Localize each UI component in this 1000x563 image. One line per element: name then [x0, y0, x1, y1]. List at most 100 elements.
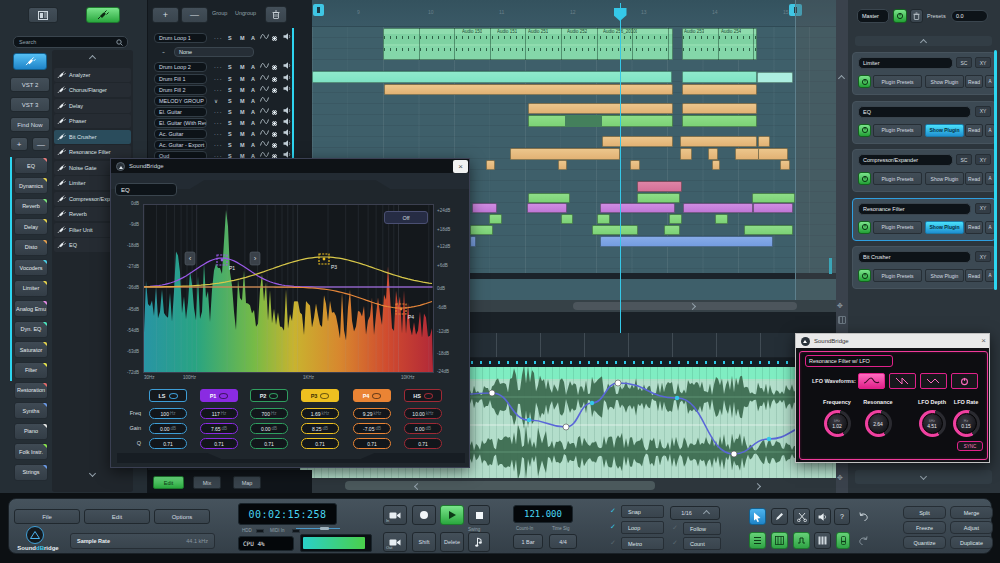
track-mute-button[interactable]: M — [240, 107, 245, 117]
eq-band-freq-value[interactable]: 1.69kHz — [301, 408, 339, 419]
track-arm-button[interactable]: A — [251, 107, 255, 117]
knob-control[interactable]: kHz4.51 — [919, 410, 946, 437]
audio-clip[interactable] — [384, 84, 673, 95]
track-name-field[interactable]: El. Guitar (With Rev. — [154, 118, 207, 128]
eq-window-close-button[interactable]: × — [453, 160, 468, 173]
track-record-button[interactable] — [272, 65, 277, 70]
track-name-field[interactable]: Ac. Guitar — [154, 129, 207, 139]
sample-rate-field[interactable]: Sample Rate 44.1 kHz — [70, 533, 215, 549]
audio-clip[interactable] — [780, 160, 790, 170]
eq-band-freq-value[interactable]: 117Hz — [200, 408, 238, 419]
plugin-power-button[interactable] — [858, 221, 871, 234]
track-record-button[interactable] — [272, 36, 277, 41]
track-solo-button[interactable]: S — [228, 33, 232, 43]
track-automation-icon[interactable] — [260, 74, 269, 84]
audio-clip[interactable] — [312, 71, 672, 83]
plugin-slot[interactable]: Bit Crusher SC XY Plugin Presets Show Pl… — [852, 246, 996, 289]
track-arm-button[interactable]: A — [251, 129, 255, 139]
plugin-power-button[interactable] — [858, 172, 871, 185]
track-automation-icon[interactable] — [260, 107, 269, 117]
category-button[interactable]: Vocoders — [14, 259, 48, 276]
plugin-power-button[interactable] — [858, 75, 871, 88]
track-mute-button[interactable]: M — [240, 96, 245, 106]
category-button[interactable]: EQ — [14, 157, 48, 174]
audio-clip[interactable] — [528, 193, 570, 203]
track-row[interactable]: Drum Fill 1 ··· S M A ⌁ Drum Fill 1 — [152, 74, 300, 84]
track-options-dots[interactable]: ··· — [214, 74, 223, 84]
eq-band-button[interactable]: P1 — [200, 389, 238, 402]
track-solo-button[interactable]: S — [228, 118, 232, 128]
show-plugin-button[interactable]: Show Plugin — [925, 124, 964, 137]
timeline-vscroll-indicator[interactable] — [829, 258, 832, 274]
add-track-button[interactable]: + — [152, 7, 179, 23]
timeline-scrollbar-handle[interactable] — [573, 302, 797, 310]
draw-tool-button[interactable] — [771, 508, 788, 525]
duplicate-button[interactable]: Duplicate — [950, 536, 993, 549]
track-solo-button[interactable]: S — [228, 107, 232, 117]
audio-clip[interactable] — [510, 148, 620, 160]
mixer-view-button[interactable] — [836, 532, 850, 549]
time-sig-button[interactable]: 4/4 — [549, 534, 577, 549]
eq-band-gain-value[interactable]: -7.05dB — [353, 423, 391, 434]
tab-map[interactable]: Map — [233, 476, 261, 489]
track-arm-button[interactable]: A — [251, 85, 255, 95]
library-view-button[interactable] — [28, 7, 58, 23]
editor-scrollbar[interactable] — [300, 478, 836, 493]
track-options-dots[interactable]: ··· — [214, 118, 223, 128]
audio-clip[interactable] — [744, 225, 793, 235]
plugin-slot-name[interactable]: Bit Crusher — [858, 251, 971, 263]
category-button[interactable]: Folk Instr. — [14, 443, 48, 460]
track-monitor-button[interactable] — [283, 107, 291, 117]
plugin-read-button[interactable]: Read — [965, 269, 983, 282]
grid-tool-icon[interactable] — [838, 316, 846, 324]
cut-tool-button[interactable] — [793, 508, 810, 525]
audio-clip[interactable] — [470, 236, 476, 247]
lfo-wave-saw-button[interactable] — [889, 373, 916, 389]
category-button[interactable]: Dynamics — [14, 177, 48, 194]
master-value-field[interactable]: 0.0 — [951, 10, 988, 22]
track-monitor-button[interactable] — [283, 85, 291, 95]
audio-clip[interactable] — [637, 181, 682, 192]
track-arm-button[interactable]: A — [251, 118, 255, 128]
plugin-list-item[interactable]: Bit Crusher — [54, 130, 131, 144]
audio-clip[interactable] — [683, 203, 753, 213]
knob-control[interactable]: 2.64 — [865, 410, 892, 437]
audio-clip[interactable] — [708, 148, 718, 160]
group-button[interactable]: Group — [212, 10, 227, 16]
category-button[interactable]: Piano — [14, 423, 48, 440]
track-options-dots[interactable]: ··· — [214, 129, 223, 139]
eq-graph[interactable]: ‹›P1P3P4 — [143, 204, 434, 373]
plugin-slot[interactable]: Resonance Filter SC XY Plugin Presets Sh… — [852, 198, 996, 241]
lfo-power-button[interactable] — [951, 373, 978, 389]
track-name-field[interactable]: Drum Fill 1 — [154, 74, 207, 84]
lfo-wave-sine-button[interactable] — [858, 373, 885, 389]
grid-division-select[interactable]: 1/16 — [670, 506, 720, 520]
piano-roll-view-button[interactable] — [771, 532, 788, 549]
plugin-list-item[interactable]: Analyzer — [54, 68, 131, 82]
track-send-field[interactable]: None — [174, 47, 254, 57]
plugin-slot-name[interactable]: EQ — [858, 106, 971, 118]
eq-band-gain-value[interactable]: 0.00dB — [250, 423, 288, 434]
eq-band-freq-value[interactable]: 100Hz — [149, 408, 187, 419]
plugin-presets-button[interactable]: Plugin Presets — [873, 172, 922, 185]
audio-clip[interactable] — [682, 103, 757, 114]
track-row[interactable]: El. Guitar (With Rev. ··· S M A ⌁ El. Gu… — [152, 118, 300, 128]
plugin-read-button[interactable]: Read — [965, 75, 983, 88]
track-solo-button[interactable]: S — [228, 62, 232, 72]
select-tool-button[interactable] — [749, 508, 766, 525]
audio-clip[interactable] — [757, 72, 793, 83]
eq-band-gain-value[interactable]: 0.00dB — [149, 423, 187, 434]
track-automation-icon[interactable] — [260, 129, 269, 139]
track-automation-icon[interactable] — [260, 96, 269, 106]
plugin-sidechain-button[interactable]: SC — [956, 154, 972, 165]
master-delete-button[interactable] — [910, 9, 923, 23]
nav-vst3-button[interactable]: VST 3 — [10, 97, 50, 112]
track-name-field[interactable]: El. Guitar — [154, 107, 207, 117]
track-monitor-button[interactable] — [283, 74, 291, 84]
plugin-slot-name[interactable]: Limiter — [858, 57, 953, 69]
strip-scroll-up-icon[interactable] — [838, 75, 845, 82]
category-button[interactable]: Strings — [14, 464, 48, 481]
category-button[interactable]: Limiter — [14, 280, 48, 297]
eq-band-button[interactable]: HS — [404, 389, 442, 402]
audio-clip[interactable] — [715, 214, 728, 224]
